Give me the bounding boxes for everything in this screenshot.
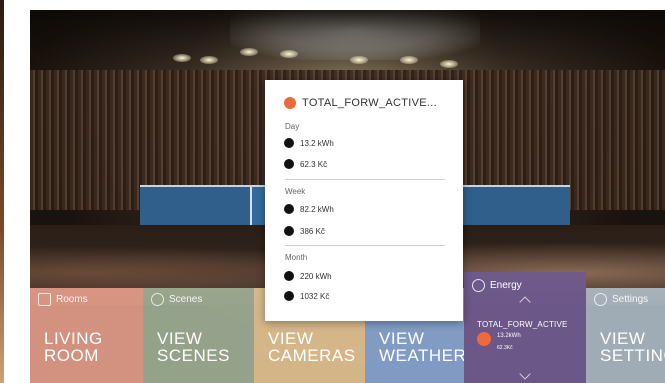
- tile-line1: VIEW: [268, 329, 314, 348]
- tile-view-settings[interactable]: Settings VIEW SETTING: [586, 288, 665, 383]
- energy-mini-cost: 62.3Kč: [497, 345, 513, 351]
- month-energy-value: 220 kWh: [300, 271, 332, 281]
- week-cost-row: 386 Kč: [284, 226, 325, 236]
- tile-line2: SETTING: [600, 346, 665, 365]
- tile-energy[interactable]: Energy TOTAL_FORW_ACTIVE 13.2kWh 62.3Kč: [464, 272, 586, 383]
- section-label-day: Day: [285, 122, 300, 131]
- energy-mini-title: TOTAL_FORW_ACTIVE: [477, 320, 568, 329]
- day-energy-row: 13.2 kWh: [284, 138, 334, 148]
- month-cost-row: 1032 Kč: [284, 291, 329, 301]
- tile-main-label: VIEW SCENES: [157, 330, 230, 364]
- floodlight: [440, 60, 458, 68]
- scenes-icon: [151, 293, 164, 306]
- tile-line1: VIEW: [600, 329, 646, 348]
- floodlight: [173, 54, 191, 62]
- bullet-icon: [284, 226, 294, 236]
- chevron-down-icon[interactable]: [519, 368, 531, 380]
- tile-main-label: VIEW SETTING: [600, 330, 665, 364]
- energy-mini-value: 13.2kWh: [497, 333, 521, 339]
- week-energy-row: 82.2 kWh: [284, 204, 334, 214]
- day-cost-value: 62.3 Kč: [300, 159, 328, 169]
- edge-shadow: [0, 0, 4, 383]
- tile-head-scenes: Scenes: [151, 293, 202, 306]
- bullet-icon: [284, 138, 294, 148]
- tile-main-label: LIVING ROOM: [44, 330, 103, 364]
- day-cost-row: 62.3 Kč: [284, 159, 327, 169]
- left-edge-strip: [0, 0, 30, 383]
- bullet-icon: [284, 159, 294, 169]
- tile-head-settings: Settings: [594, 293, 648, 306]
- tile-line2: ROOM: [44, 346, 99, 365]
- floodlight: [200, 56, 218, 64]
- energy-icon: [472, 279, 485, 292]
- floodlight: [280, 50, 298, 58]
- settings-icon: [594, 293, 607, 306]
- tile-head-energy: Energy: [472, 279, 522, 292]
- energy-detail-popup: TOTAL_FORW_ACTIVE... Day 13.2 kWh 62.3 K…: [265, 80, 463, 321]
- section-divider: [285, 179, 445, 180]
- tile-line1: VIEW: [379, 329, 425, 348]
- tile-living-room[interactable]: Rooms LIVING ROOM: [30, 288, 143, 383]
- chevron-up-icon[interactable]: [519, 296, 531, 308]
- section-label-week: Week: [285, 187, 306, 196]
- tile-head-label: Energy: [490, 280, 522, 291]
- stadium-roof: [30, 10, 665, 70]
- month-energy-row: 220 kWh: [284, 271, 332, 281]
- bullet-icon: [284, 271, 294, 281]
- energy-status-dot: [477, 332, 491, 346]
- popup-title: TOTAL_FORW_ACTIVE...: [302, 97, 437, 109]
- tile-head-label: Scenes: [169, 294, 203, 305]
- tile-line2: CAMERAS: [268, 346, 356, 365]
- week-energy-value: 82.2 kWh: [300, 204, 334, 214]
- section-divider: [285, 245, 445, 246]
- popup-title-row: TOTAL_FORW_ACTIVE...: [284, 97, 437, 109]
- bullet-icon: [284, 291, 294, 301]
- status-dot-icon: [284, 97, 296, 109]
- floodlight: [240, 48, 258, 56]
- floodlight: [400, 56, 418, 64]
- tile-view-scenes[interactable]: Scenes VIEW SCENES: [143, 288, 254, 383]
- section-label-month: Month: [285, 253, 308, 262]
- floodlight: [350, 56, 368, 64]
- tile-head-label: Rooms: [56, 294, 88, 305]
- week-cost-value: 386 Kč: [300, 226, 325, 236]
- rooms-icon: [38, 293, 51, 306]
- tile-line1: LIVING: [44, 329, 103, 348]
- tile-main-label: VIEW CAMERAS: [268, 330, 356, 364]
- tile-line2: WEATHER: [379, 346, 464, 365]
- tile-head-rooms: Rooms: [38, 293, 88, 306]
- bullet-icon: [284, 204, 294, 214]
- month-cost-value: 1032 Kč: [300, 291, 330, 301]
- tile-line1: VIEW: [157, 329, 203, 348]
- tile-main-label: VIEW WEATHER: [379, 330, 464, 364]
- tile-line2: SCENES: [157, 346, 230, 365]
- day-energy-value: 13.2 kWh: [300, 138, 334, 148]
- tile-head-label: Settings: [612, 294, 649, 305]
